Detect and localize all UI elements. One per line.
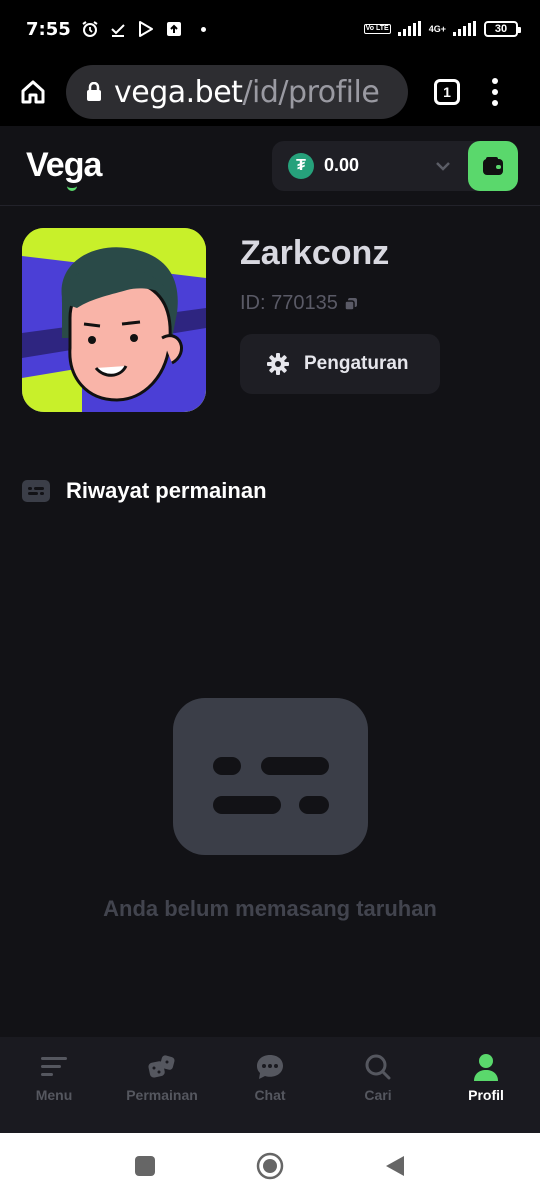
balance-selector[interactable]: ₮ 0.00 bbox=[272, 140, 518, 191]
settings-button[interactable]: Pengaturan bbox=[240, 334, 440, 394]
user-id: ID: 770135 bbox=[240, 292, 358, 315]
gear-icon bbox=[267, 353, 289, 375]
wallet-icon bbox=[483, 156, 503, 175]
play-store-icon bbox=[138, 21, 153, 37]
url-host: vega.bet bbox=[114, 74, 243, 110]
nav-search[interactable]: Cari bbox=[324, 1037, 432, 1133]
home-button-icon[interactable] bbox=[256, 1152, 284, 1180]
chevron-down-icon bbox=[436, 161, 450, 171]
alarm-icon bbox=[82, 21, 98, 37]
tether-icon: ₮ bbox=[288, 152, 314, 179]
status-bar: 7:55 Vo LTE 4G+ 30 bbox=[0, 0, 540, 58]
nav-menu[interactable]: Menu bbox=[0, 1037, 108, 1133]
nav-games[interactable]: Permainan bbox=[108, 1037, 216, 1133]
nav-search-label: Cari bbox=[364, 1087, 392, 1103]
history-list-icon bbox=[22, 480, 50, 502]
network-type: 4G+ bbox=[428, 23, 446, 34]
empty-history-message: Anda belum memasang taruhan bbox=[103, 896, 437, 921]
game-history-title: Riwayat permainan bbox=[66, 478, 267, 503]
menu-icon bbox=[41, 1057, 67, 1076]
nav-menu-label: Menu bbox=[35, 1087, 73, 1103]
url-path: /id/profile bbox=[242, 74, 380, 110]
bottom-navigation: Menu Permainan Chat Cari Profil bbox=[0, 1037, 540, 1133]
vega-logo[interactable]: Vega bbox=[26, 146, 102, 191]
empty-history-icon bbox=[173, 698, 368, 855]
username: Zarkconz bbox=[240, 234, 390, 272]
home-button[interactable] bbox=[0, 58, 66, 126]
back-button-icon[interactable] bbox=[384, 1154, 406, 1178]
more-options-button[interactable] bbox=[490, 78, 500, 106]
signal-2-icon bbox=[453, 21, 476, 36]
url-bar[interactable]: vega.bet/id/profile bbox=[66, 65, 408, 119]
user-icon bbox=[474, 1054, 498, 1081]
wallet-button[interactable] bbox=[468, 140, 518, 191]
recents-button-icon[interactable] bbox=[134, 1155, 156, 1177]
game-history-heading: Riwayat permainan bbox=[22, 478, 267, 504]
search-icon bbox=[365, 1054, 391, 1080]
nav-chat[interactable]: Chat bbox=[216, 1037, 324, 1133]
nav-profile[interactable]: Profil bbox=[432, 1037, 540, 1133]
copy-icon[interactable] bbox=[344, 297, 358, 311]
upload-icon bbox=[166, 22, 181, 36]
settings-label: Pengaturan bbox=[304, 353, 409, 374]
volte-badge: Vo LTE bbox=[363, 24, 391, 34]
browser-toolbar: vega.bet/id/profile 1 bbox=[0, 58, 540, 126]
nav-games-label: Permainan bbox=[126, 1087, 198, 1103]
tab-switcher-button[interactable]: 1 bbox=[434, 79, 460, 105]
user-id-label: ID: 770135 bbox=[240, 292, 338, 314]
nav-chat-label: Chat bbox=[254, 1087, 286, 1103]
signal-icon bbox=[397, 21, 421, 36]
avatar bbox=[22, 228, 206, 412]
status-time: 7:55 bbox=[26, 18, 71, 40]
notification-dot-icon bbox=[200, 26, 206, 32]
balance-amount: 0.00 bbox=[324, 155, 360, 175]
dice-icon bbox=[148, 1055, 175, 1078]
system-navigation-bar bbox=[0, 1133, 540, 1199]
battery-indicator: 30 bbox=[484, 21, 521, 37]
download-done-icon bbox=[111, 24, 125, 37]
site-header: Vega ₮ 0.00 bbox=[0, 126, 540, 206]
home-icon bbox=[21, 80, 45, 104]
chat-icon bbox=[257, 1055, 283, 1079]
lock-icon bbox=[87, 82, 101, 101]
nav-profile-label: Profil bbox=[468, 1087, 504, 1103]
